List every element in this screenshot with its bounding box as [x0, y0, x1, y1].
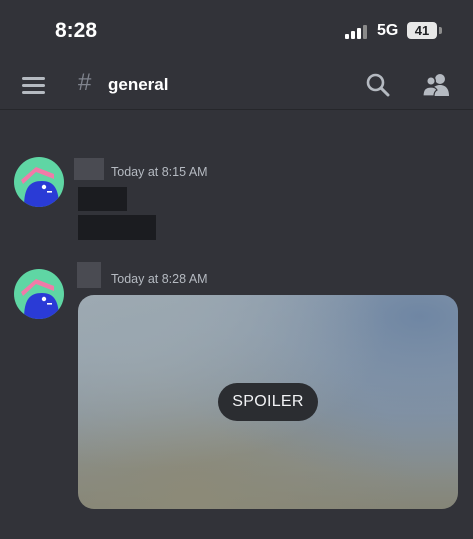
spoiler-badge[interactable]: SPOILER	[218, 383, 318, 421]
network-type: 5G	[377, 22, 399, 39]
spoiler-image-attachment[interactable]: SPOILER	[78, 295, 458, 509]
avatar[interactable]	[14, 157, 64, 207]
channel-header: # general	[0, 60, 473, 110]
channel-name[interactable]: general	[108, 75, 168, 95]
search-icon[interactable]	[365, 72, 391, 98]
message-timestamp: Today at 8:28 AM	[111, 272, 208, 286]
battery-icon: 41	[407, 22, 437, 39]
message-text-redacted	[78, 215, 156, 240]
message-text-redacted	[78, 187, 127, 211]
status-time: 8:28	[55, 19, 98, 42]
username-redacted	[77, 262, 101, 288]
signal-icon	[345, 24, 369, 39]
message-timestamp: Today at 8:15 AM	[111, 165, 208, 179]
username-redacted	[74, 158, 104, 180]
avatar[interactable]	[14, 269, 64, 319]
hamburger-icon[interactable]	[22, 76, 46, 94]
hash-icon: #	[78, 69, 92, 96]
members-icon[interactable]	[422, 72, 450, 98]
status-bar: 8:28 5G 41	[0, 0, 473, 60]
battery-nub	[439, 27, 442, 34]
message-item[interactable]: Today at 8:15 AM	[0, 150, 473, 250]
